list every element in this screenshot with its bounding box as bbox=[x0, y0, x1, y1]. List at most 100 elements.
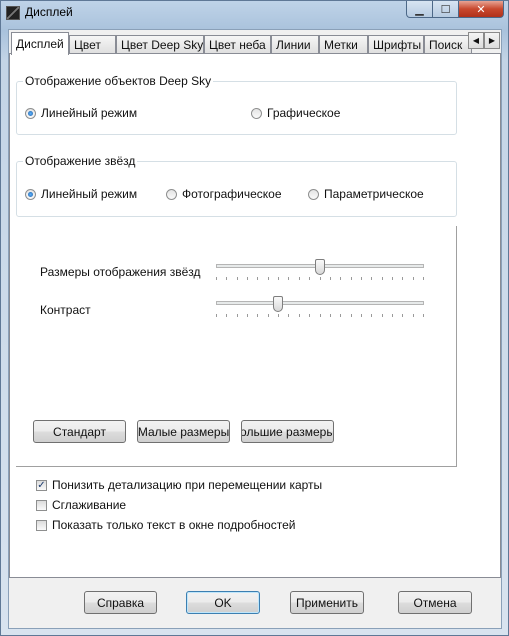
star-size-label: Размеры отображения звёзд bbox=[40, 265, 201, 279]
stars-parametric-radio[interactable]: Параметрическое bbox=[308, 187, 424, 201]
slider-thumb[interactable] bbox=[315, 259, 325, 275]
slider-tick bbox=[299, 314, 300, 317]
deep-sky-graphic-radio[interactable]: Графическое bbox=[251, 106, 340, 120]
tab-scroll-right-button[interactable]: ▶ bbox=[484, 32, 500, 49]
arrow-left-icon: ◀ bbox=[472, 36, 480, 45]
slider-tick bbox=[423, 314, 424, 317]
tab-deep-sky-color[interactable]: Цвет Deep Sky bbox=[116, 35, 204, 54]
stars-group-title: Отображение звёзд bbox=[23, 154, 138, 168]
tab-display[interactable]: Дисплей bbox=[11, 32, 69, 55]
standard-size-button[interactable]: Стандарт bbox=[33, 420, 126, 443]
tab-search[interactable]: Поиск bbox=[424, 35, 472, 54]
slider-tick bbox=[423, 277, 424, 280]
maximize-button[interactable]: ☐ bbox=[433, 1, 459, 18]
slider-tick bbox=[309, 314, 310, 317]
radio-dot bbox=[251, 107, 262, 119]
radio-label: Линейный режим bbox=[41, 187, 138, 201]
slider-tick bbox=[226, 277, 227, 280]
radio-dot bbox=[166, 188, 177, 200]
title-bar[interactable]: Дисплей ▁ ☐ ✕ bbox=[1, 1, 508, 25]
slider-tick bbox=[382, 277, 383, 280]
slider-tick bbox=[226, 314, 227, 317]
slider-tick bbox=[320, 277, 321, 280]
slider-tick bbox=[361, 277, 362, 280]
antialiasing-checkbox[interactable]: Сглаживание bbox=[36, 498, 126, 512]
text-only-details-checkbox[interactable]: Показать только текст в окне подробносте… bbox=[36, 518, 295, 532]
tab-labels[interactable]: Метки bbox=[319, 35, 368, 54]
slider-tick bbox=[330, 277, 331, 280]
dialog-window: Дисплей ▁ ☐ ✕ Дисплей Цвет Цвет Deep Sky… bbox=[0, 0, 509, 636]
slider-tick bbox=[392, 314, 393, 317]
minimize-icon: ▁ bbox=[415, 3, 424, 16]
ok-button[interactable]: OK bbox=[186, 591, 260, 614]
slider-tick bbox=[402, 314, 403, 317]
close-icon: ✕ bbox=[476, 3, 486, 16]
minimize-button[interactable]: ▁ bbox=[406, 1, 433, 18]
tab-sky-color[interactable]: Цвет неба bbox=[204, 35, 271, 54]
radio-label: Графическое bbox=[267, 106, 341, 120]
slider-area-bottom-divider bbox=[16, 466, 457, 467]
stars-display-group: Отображение звёзд Линейный режим Фотогра… bbox=[16, 154, 457, 217]
tab-scroll-left-button[interactable]: ◀ bbox=[468, 32, 484, 49]
slider-thumb[interactable] bbox=[273, 296, 284, 312]
slider-tick bbox=[216, 277, 217, 280]
slider-tick bbox=[330, 314, 331, 317]
apply-button[interactable]: Применить bbox=[290, 591, 364, 614]
checkbox-label: Показать только текст в окне подробносте… bbox=[52, 518, 296, 532]
slider-tick bbox=[257, 314, 258, 317]
radio-dot bbox=[25, 188, 36, 200]
cancel-button[interactable]: Отмена bbox=[398, 591, 472, 614]
slider-tick bbox=[268, 314, 269, 317]
radio-dot bbox=[308, 188, 319, 200]
tab-fonts[interactable]: Шрифты bbox=[368, 35, 424, 54]
large-sizes-button[interactable]: ольшие размеры bbox=[241, 420, 334, 443]
checkbox-box bbox=[36, 519, 47, 531]
slider-tick bbox=[309, 277, 310, 280]
star-size-slider[interactable] bbox=[216, 259, 424, 280]
slider-tick bbox=[278, 314, 279, 317]
slider-area-divider bbox=[456, 226, 457, 466]
slider-tick bbox=[361, 314, 362, 317]
slider-tick bbox=[392, 277, 393, 280]
slider-tick bbox=[268, 277, 269, 280]
checkbox-label: Сглаживание bbox=[52, 498, 127, 512]
slider-tick bbox=[288, 314, 289, 317]
contrast-label: Контраст bbox=[40, 303, 91, 317]
radio-dot bbox=[25, 107, 36, 119]
slider-tick bbox=[340, 277, 341, 280]
dialog-client: Дисплей Цвет Цвет Deep Sky Цвет неба Лин… bbox=[8, 29, 502, 629]
slider-track bbox=[216, 301, 424, 305]
help-button[interactable]: Справка bbox=[84, 591, 157, 614]
app-icon bbox=[6, 6, 20, 20]
checkbox-label: Понизить детализацию при перемещении кар… bbox=[52, 478, 323, 492]
slider-tick bbox=[247, 277, 248, 280]
slider-tick bbox=[257, 277, 258, 280]
deep-sky-display-group: Отображение объектов Deep Sky Линейный р… bbox=[16, 74, 457, 135]
slider-tick bbox=[382, 314, 383, 317]
reduce-detail-checkbox[interactable]: ✓ Понизить детализацию при перемещении к… bbox=[36, 478, 322, 492]
slider-tick bbox=[371, 277, 372, 280]
tab-lines[interactable]: Линии bbox=[271, 35, 319, 54]
slider-tick bbox=[413, 314, 414, 317]
slider-tick bbox=[351, 277, 352, 280]
deep-sky-linear-radio[interactable]: Линейный режим bbox=[25, 106, 137, 120]
radio-label: Линейный режим bbox=[41, 106, 138, 120]
slider-tick bbox=[340, 314, 341, 317]
stars-linear-radio[interactable]: Линейный режим bbox=[25, 187, 137, 201]
slider-tick bbox=[299, 277, 300, 280]
slider-tick bbox=[402, 277, 403, 280]
slider-tick bbox=[247, 314, 248, 317]
stars-photographic-radio[interactable]: Фотографическое bbox=[166, 187, 282, 201]
deep-sky-group-title: Отображение объектов Deep Sky bbox=[23, 74, 214, 88]
small-sizes-button[interactable]: Малые размеры bbox=[137, 420, 230, 443]
display-tab-panel: Отображение объектов Deep Sky Линейный р… bbox=[9, 53, 501, 578]
slider-tick bbox=[237, 314, 238, 317]
tab-color[interactable]: Цвет bbox=[69, 35, 116, 54]
contrast-slider[interactable] bbox=[216, 296, 424, 317]
slider-tick bbox=[278, 277, 279, 280]
slider-tick bbox=[320, 314, 321, 317]
slider-tick bbox=[216, 314, 217, 317]
slider-tick bbox=[413, 277, 414, 280]
close-button[interactable]: ✕ bbox=[459, 1, 504, 18]
radio-label: Параметрическое bbox=[324, 187, 424, 201]
